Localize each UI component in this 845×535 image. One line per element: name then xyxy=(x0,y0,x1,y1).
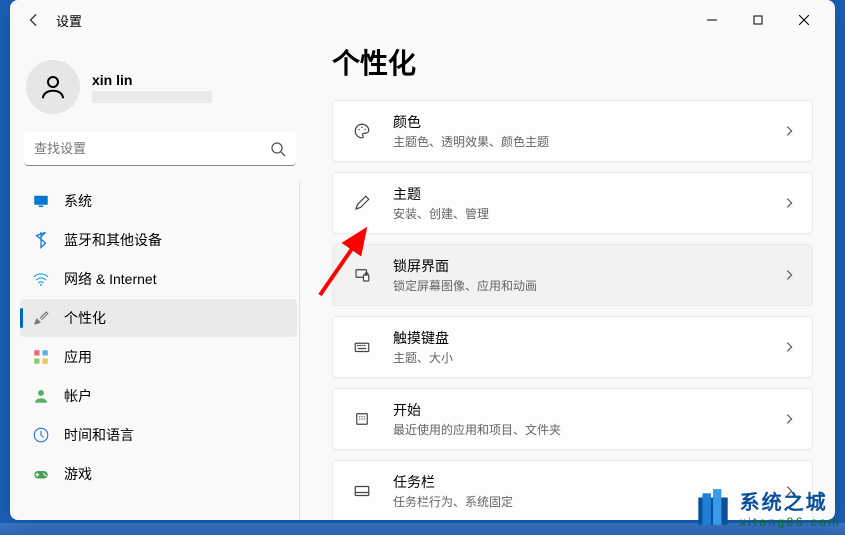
apps-icon xyxy=(32,348,50,366)
nav-item-label: 网络 & Internet xyxy=(64,269,157,289)
close-button[interactable] xyxy=(781,4,827,36)
title-bar: 设置 xyxy=(10,0,835,40)
chevron-right-icon xyxy=(782,124,796,138)
maximize-button[interactable] xyxy=(735,4,781,36)
card-title: 颜色 xyxy=(393,112,782,132)
watermark-text-zh: 系统之城 xyxy=(740,486,841,515)
watermark-logo-icon xyxy=(692,487,734,529)
system-icon xyxy=(32,192,50,210)
nav-item-accounts[interactable]: 帐户 xyxy=(20,377,297,415)
nav-item-label: 帐户 xyxy=(64,386,92,406)
user-email-blurred xyxy=(92,91,212,103)
time-icon xyxy=(32,426,50,444)
card-subtitle: 安装、创建、管理 xyxy=(393,205,782,222)
watermark: 系统之城 xitong86.com xyxy=(692,486,841,529)
nav-item-label: 应用 xyxy=(64,347,92,367)
chevron-right-icon xyxy=(782,340,796,354)
nav-item-personalize[interactable]: 个性化 xyxy=(20,299,297,337)
nav-item-label: 游戏 xyxy=(64,464,92,484)
accounts-icon xyxy=(32,387,50,405)
nav-item-label: 个性化 xyxy=(64,308,106,328)
pen-icon xyxy=(349,194,375,212)
search-icon xyxy=(270,141,286,157)
lockscreen-icon xyxy=(349,266,375,284)
card-title: 开始 xyxy=(393,400,782,420)
app-title: 设置 xyxy=(56,11,82,30)
user-profile[interactable]: xin lin xyxy=(26,60,294,114)
taskbar-icon xyxy=(349,482,375,500)
nav-item-bluetooth[interactable]: 蓝牙和其他设备 xyxy=(20,221,297,259)
settings-card-start[interactable]: 开始 最近使用的应用和项目、文件夹 xyxy=(332,388,813,450)
sidebar: xin lin 系统蓝牙和其他设备网络 & Internet 个性化应用帐户时间和… xyxy=(10,40,310,520)
back-button[interactable] xyxy=(18,4,50,36)
chevron-right-icon xyxy=(782,268,796,282)
card-title: 锁屏界面 xyxy=(393,256,782,276)
user-name: xin lin xyxy=(92,72,212,88)
card-subtitle: 锁定屏幕图像、应用和动画 xyxy=(393,277,782,294)
avatar xyxy=(26,60,80,114)
bluetooth-icon xyxy=(32,231,50,249)
main-content: 个性化 颜色 主题色、透明效果、颜色主题 主题 安装、创建、管理 锁屏界面 锁定… xyxy=(310,40,835,520)
page-title: 个性化 xyxy=(332,42,813,82)
palette-icon xyxy=(349,122,375,140)
chevron-right-icon xyxy=(782,412,796,426)
settings-card-lockscreen[interactable]: 锁屏界面 锁定屏幕图像、应用和动画 xyxy=(332,244,813,306)
settings-card-touchkeyboard[interactable]: 触摸键盘 主题、大小 xyxy=(332,316,813,378)
settings-card-palette[interactable]: 颜色 主题色、透明效果、颜色主题 xyxy=(332,100,813,162)
window-controls xyxy=(689,4,827,36)
nav-item-label: 时间和语言 xyxy=(64,425,134,445)
nav-item-system[interactable]: 系统 xyxy=(20,182,297,220)
card-title: 触摸键盘 xyxy=(393,328,782,348)
personalize-icon xyxy=(32,309,50,327)
settings-window: 设置 xin lin 系统蓝牙和其他设备网络 & Internet个性 xyxy=(10,0,835,520)
card-subtitle: 最近使用的应用和项目、文件夹 xyxy=(393,421,782,438)
nav-item-gaming[interactable]: 游戏 xyxy=(20,455,297,493)
nav-item-apps[interactable]: 应用 xyxy=(20,338,297,376)
chevron-right-icon xyxy=(782,196,796,210)
gaming-icon xyxy=(32,465,50,483)
nav-item-label: 系统 xyxy=(64,191,92,211)
search-box[interactable] xyxy=(24,132,296,166)
settings-card-pen[interactable]: 主题 安装、创建、管理 xyxy=(332,172,813,234)
minimize-button[interactable] xyxy=(689,4,735,36)
card-subtitle: 主题、大小 xyxy=(393,349,782,366)
card-subtitle: 主题色、透明效果、颜色主题 xyxy=(393,133,782,150)
search-input[interactable] xyxy=(34,141,270,156)
nav-item-label: 蓝牙和其他设备 xyxy=(64,230,162,250)
watermark-text-en: xitong86.com xyxy=(740,515,841,529)
card-title: 主题 xyxy=(393,184,782,204)
nav-list: 系统蓝牙和其他设备网络 & Internet 个性化应用帐户时间和语言游戏 xyxy=(20,182,300,520)
nav-item-time[interactable]: 时间和语言 xyxy=(20,416,297,454)
touchkeyboard-icon xyxy=(349,338,375,356)
nav-item-network[interactable]: 网络 & Internet xyxy=(20,260,297,298)
start-icon xyxy=(349,410,375,428)
network-icon xyxy=(32,270,50,288)
